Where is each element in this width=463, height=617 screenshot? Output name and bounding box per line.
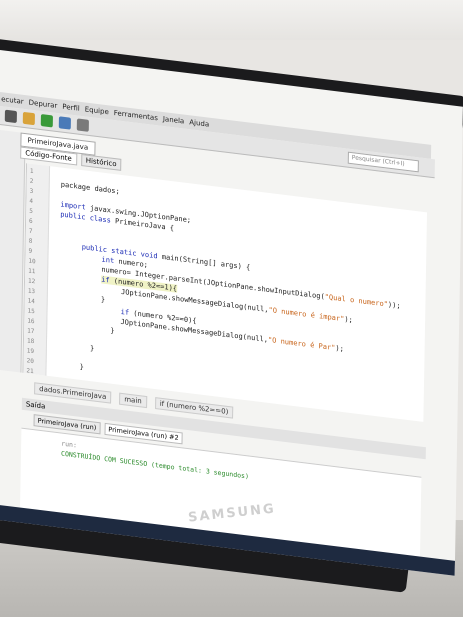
project-panel [0, 129, 26, 373]
line-number: 8 [28, 237, 33, 245]
code-line: JOptionPane.showMessageDialog(null,"O nu… [120, 317, 344, 354]
code-line: package dados; [60, 180, 120, 196]
menu-item-janela[interactable]: Janela [163, 115, 184, 126]
output-line: run: [61, 439, 77, 450]
line-number: 16 [27, 317, 35, 326]
profile-icon[interactable] [76, 118, 89, 132]
line-number: 2 [29, 177, 34, 186]
output-line-success: CONSTRUÍDO COM SUCESSO (tempo total: 3 s… [61, 449, 249, 481]
code-editor[interactable]: 1 2 3 4 5 6 7 8 9 10 11 12 13 14 15 16 1… [22, 163, 428, 422]
line-number: 21 [26, 367, 34, 376]
config-icon[interactable] [4, 109, 17, 124]
line-number: 14 [27, 297, 35, 306]
code-line: } [110, 326, 115, 336]
line-number: 13 [27, 287, 36, 296]
line-number: 5 [29, 207, 33, 216]
code-line: } [100, 295, 106, 304]
line-number: 7 [28, 227, 33, 236]
line-number: 20 [26, 357, 34, 366]
line-number: 9 [28, 247, 33, 255]
tab-historico[interactable]: Histórico [80, 153, 122, 171]
line-number: 19 [26, 347, 35, 356]
debug-icon[interactable] [58, 116, 71, 130]
line-number: 17 [27, 327, 35, 336]
output-title[interactable]: Saída [26, 400, 46, 410]
line-number: 10 [28, 257, 36, 266]
code-line: } [89, 344, 95, 353]
menu-item-depurar[interactable]: Depurar [29, 99, 58, 110]
breadcrumb-method[interactable]: main [119, 392, 147, 409]
line-number: 11 [28, 267, 36, 276]
menu-item-equipe[interactable]: Equipe [85, 105, 109, 116]
menu-item-perfil[interactable]: Perfil [62, 103, 80, 113]
line-number: 15 [27, 307, 35, 316]
line-gutter: 1 2 3 4 5 6 7 8 9 10 11 12 13 14 15 16 1… [23, 163, 51, 376]
line-number: 1 [29, 167, 34, 176]
line-number: 4 [29, 197, 34, 206]
line-number: 12 [27, 277, 36, 286]
run-icon[interactable] [40, 114, 53, 128]
monitor-screen: ecutar Depurar Perfil Equipe Ferramentas… [0, 50, 463, 576]
menu-item-ajuda[interactable]: Ajuda [189, 118, 209, 128]
line-number: 3 [29, 187, 34, 196]
clean-build-icon[interactable] [22, 111, 35, 126]
line-number: 6 [29, 217, 33, 226]
menu-item-executar[interactable]: ecutar [1, 95, 24, 106]
line-number: 18 [26, 337, 35, 346]
code-line: } [79, 362, 84, 372]
background-wall [0, 0, 463, 40]
